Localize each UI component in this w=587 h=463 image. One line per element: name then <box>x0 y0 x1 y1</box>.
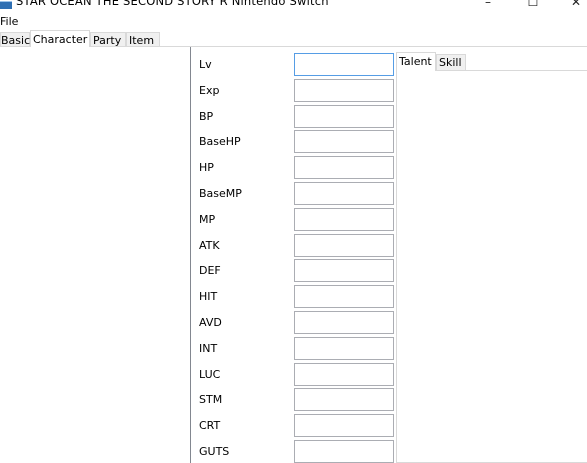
stat-label-bp: BP <box>199 110 214 123</box>
tab-basic[interactable]: Basic <box>0 32 30 47</box>
stat-label-basemp: BaseMP <box>199 187 242 200</box>
stat-label-hit: HIT <box>199 290 218 303</box>
stat-label-crt: CRT <box>199 419 221 432</box>
tab-item[interactable]: Item <box>126 32 160 47</box>
main-tab-bar: Basic Character Party Item <box>0 30 587 47</box>
menu-file[interactable]: File <box>0 14 20 30</box>
tab-talent[interactable]: Talent <box>396 52 436 71</box>
character-list[interactable] <box>0 47 191 463</box>
stat-input-crt[interactable] <box>294 414 394 437</box>
stat-input-basehp[interactable] <box>294 130 394 153</box>
stat-label-lv: Lv <box>199 58 212 71</box>
stat-input-int[interactable] <box>294 337 394 360</box>
menu-bar: File <box>0 14 587 30</box>
stat-label-mp: MP <box>199 213 216 226</box>
stat-label-atk: ATK <box>199 239 220 252</box>
tab-party[interactable]: Party <box>90 32 126 47</box>
minimize-icon[interactable]: – <box>478 0 498 9</box>
stat-input-def[interactable] <box>294 259 394 282</box>
stat-input-basemp[interactable] <box>294 182 394 205</box>
stat-input-stm[interactable] <box>294 388 394 411</box>
stat-input-guts[interactable] <box>294 440 394 463</box>
stat-input-avd[interactable] <box>294 311 394 334</box>
stat-input-exp[interactable] <box>294 79 394 102</box>
title-bar: STAR OCEAN THE SECOND STORY R Nintendo S… <box>0 0 587 14</box>
stat-input-hp[interactable] <box>294 156 394 179</box>
tab-character[interactable]: Character <box>30 30 90 47</box>
stat-input-luc[interactable] <box>294 363 394 386</box>
talent-panel[interactable] <box>396 70 587 463</box>
stat-label-def: DEF <box>199 264 221 277</box>
stat-input-atk[interactable] <box>294 234 394 257</box>
stat-label-exp: Exp <box>199 84 220 97</box>
tab-skill[interactable]: Skill <box>436 54 466 70</box>
app-icon <box>0 1 12 9</box>
sub-tab-bar: Talent Skill <box>396 52 587 71</box>
stat-input-lv[interactable] <box>294 53 394 76</box>
stat-label-basehp: BaseHP <box>199 135 241 148</box>
stat-label-hp: HP <box>199 161 214 174</box>
stat-label-luc: LUC <box>199 368 221 381</box>
close-icon[interactable]: ✕ <box>566 0 586 9</box>
stat-label-int: INT <box>199 342 218 355</box>
window-title: STAR OCEAN THE SECOND STORY R Nintendo S… <box>16 0 329 8</box>
stat-label-stm: STM <box>199 393 223 406</box>
stat-label-guts: GUTS <box>199 445 230 458</box>
stat-input-hit[interactable] <box>294 285 394 308</box>
stat-input-mp[interactable] <box>294 208 394 231</box>
stat-label-avd: AVD <box>199 316 222 329</box>
maximize-icon[interactable]: ☐ <box>523 0 543 9</box>
stat-input-bp[interactable] <box>294 105 394 128</box>
